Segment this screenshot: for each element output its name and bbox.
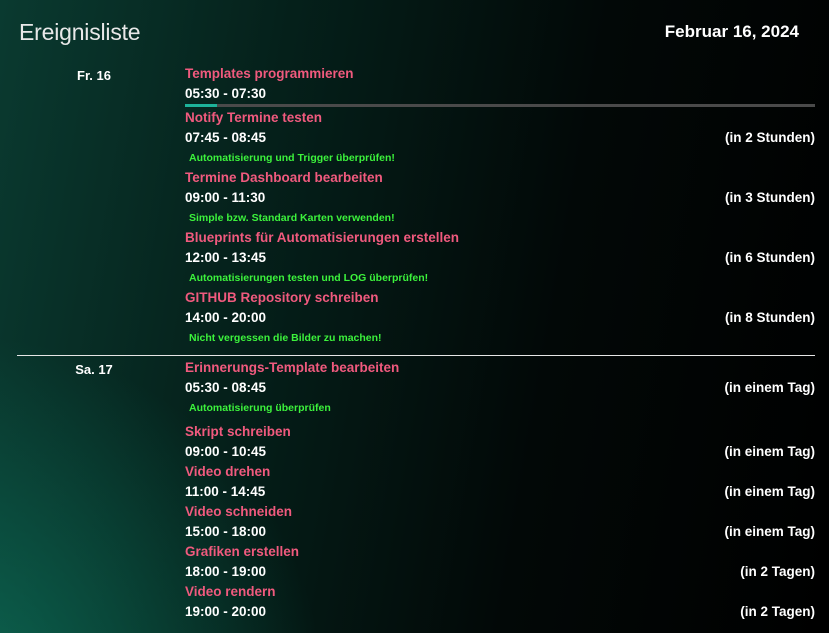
event-relative: (in einem Tag) [724, 444, 815, 459]
event-time: 07:45 - 08:45 [185, 130, 267, 145]
event-time: 09:00 - 10:45 [185, 444, 267, 459]
event-title: Video schneiden [185, 504, 293, 519]
event-title: Blueprints für Automatisierungen erstell… [185, 230, 460, 245]
event-progress-fill [185, 104, 217, 107]
event-relative: (in 2 Stunden) [725, 130, 815, 145]
page-title: Ereignisliste [19, 19, 141, 45]
event-item[interactable]: Grafiken erstellen 18:00 - 19:00 (in 2 T… [185, 542, 815, 582]
event-relative: (in 8 Stunden) [725, 310, 815, 325]
event-title: Grafiken erstellen [185, 544, 300, 559]
event-time: 14:00 - 20:00 [185, 310, 267, 325]
event-time-row: 09:00 - 11:30 (in 3 Stunden) [185, 188, 815, 208]
event-time: 12:00 - 13:45 [185, 250, 267, 265]
event-time: 09:00 - 11:30 [185, 190, 266, 205]
event-list: Erinnerungs-Template bearbeiten 05:30 - … [185, 358, 815, 622]
event-time-row: 12:00 - 13:45 (in 6 Stunden) [185, 248, 815, 268]
event-relative: (in einem Tag) [724, 524, 815, 539]
event-time-row: 09:00 - 10:45 (in einem Tag) [185, 442, 815, 462]
event-item[interactable]: Erinnerungs-Template bearbeiten 05:30 - … [185, 358, 815, 418]
event-time-row: 14:00 - 20:00 (in 8 Stunden) [185, 308, 815, 328]
event-time-row: 05:30 - 07:30 [185, 84, 815, 104]
event-time: 05:30 - 08:45 [185, 380, 267, 395]
event-description: Automatisierungen testen und LOG überprü… [189, 272, 429, 284]
event-description: Nicht vergessen die Bilder zu machen! [189, 332, 382, 344]
event-time: 19:00 - 20:00 [185, 604, 267, 619]
event-time: 11:00 - 14:45 [185, 484, 266, 499]
day-label: Fr. 16 [77, 68, 111, 83]
event-description: Automatisierung und Trigger überprüfen! [189, 152, 395, 164]
event-item[interactable]: Video drehen 11:00 - 14:45 (in einem Tag… [185, 462, 815, 502]
event-relative: (in 6 Stunden) [725, 250, 815, 265]
event-time: 05:30 - 07:30 [185, 86, 267, 101]
header: Ereignisliste Februar 16, 2024 [0, 0, 829, 60]
event-item[interactable]: Templates programmieren 05:30 - 07:30 [185, 64, 815, 107]
event-item[interactable]: Notify Termine testen 07:45 - 08:45 (in … [185, 108, 815, 168]
day-label: Sa. 17 [75, 362, 113, 377]
event-item[interactable]: Skript schreiben 09:00 - 10:45 (in einem… [185, 422, 815, 462]
event-time-row: 11:00 - 14:45 (in einem Tag) [185, 482, 815, 502]
event-title: Video rendern [185, 584, 276, 599]
event-time-row: 15:00 - 18:00 (in einem Tag) [185, 522, 815, 542]
event-title: Termine Dashboard bearbeiten [185, 170, 383, 185]
event-item[interactable]: Video schneiden 15:00 - 18:00 (in einem … [185, 502, 815, 542]
event-relative: (in 2 Tagen) [740, 564, 815, 579]
event-title: Skript schreiben [185, 424, 291, 439]
event-item[interactable]: Blueprints für Automatisierungen erstell… [185, 228, 815, 288]
event-description: Simple bzw. Standard Karten verwenden! [189, 212, 395, 224]
event-time-row: 05:30 - 08:45 (in einem Tag) [185, 378, 815, 398]
event-time-row: 19:00 - 20:00 (in 2 Tagen) [185, 602, 815, 622]
event-description: Automatisierung überprüfen [189, 402, 331, 414]
event-time-row: 18:00 - 19:00 (in 2 Tagen) [185, 562, 815, 582]
event-title: Video drehen [185, 464, 271, 479]
event-time-row: 07:45 - 08:45 (in 2 Stunden) [185, 128, 815, 148]
event-item[interactable]: GITHUB Repository schreiben 14:00 - 20:0… [185, 288, 815, 348]
event-list: Templates programmieren 05:30 - 07:30 No… [185, 64, 815, 348]
event-relative: (in 2 Tagen) [740, 604, 815, 619]
event-item[interactable]: Termine Dashboard bearbeiten 09:00 - 11:… [185, 168, 815, 228]
event-title: Erinnerungs-Template bearbeiten [185, 360, 400, 375]
event-progress-bar [185, 104, 815, 107]
event-title: GITHUB Repository schreiben [185, 290, 379, 305]
event-relative: (in 3 Stunden) [725, 190, 815, 205]
event-relative: (in einem Tag) [724, 484, 815, 499]
current-date: Februar 16, 2024 [664, 22, 799, 41]
event-title: Notify Termine testen [185, 110, 323, 125]
event-time: 15:00 - 18:00 [185, 524, 267, 539]
event-time: 18:00 - 19:00 [185, 564, 267, 579]
event-item[interactable]: Video rendern 19:00 - 20:00 (in 2 Tagen) [185, 582, 815, 622]
day-divider [17, 355, 815, 356]
event-relative: (in einem Tag) [724, 380, 815, 395]
event-title: Templates programmieren [185, 66, 354, 81]
